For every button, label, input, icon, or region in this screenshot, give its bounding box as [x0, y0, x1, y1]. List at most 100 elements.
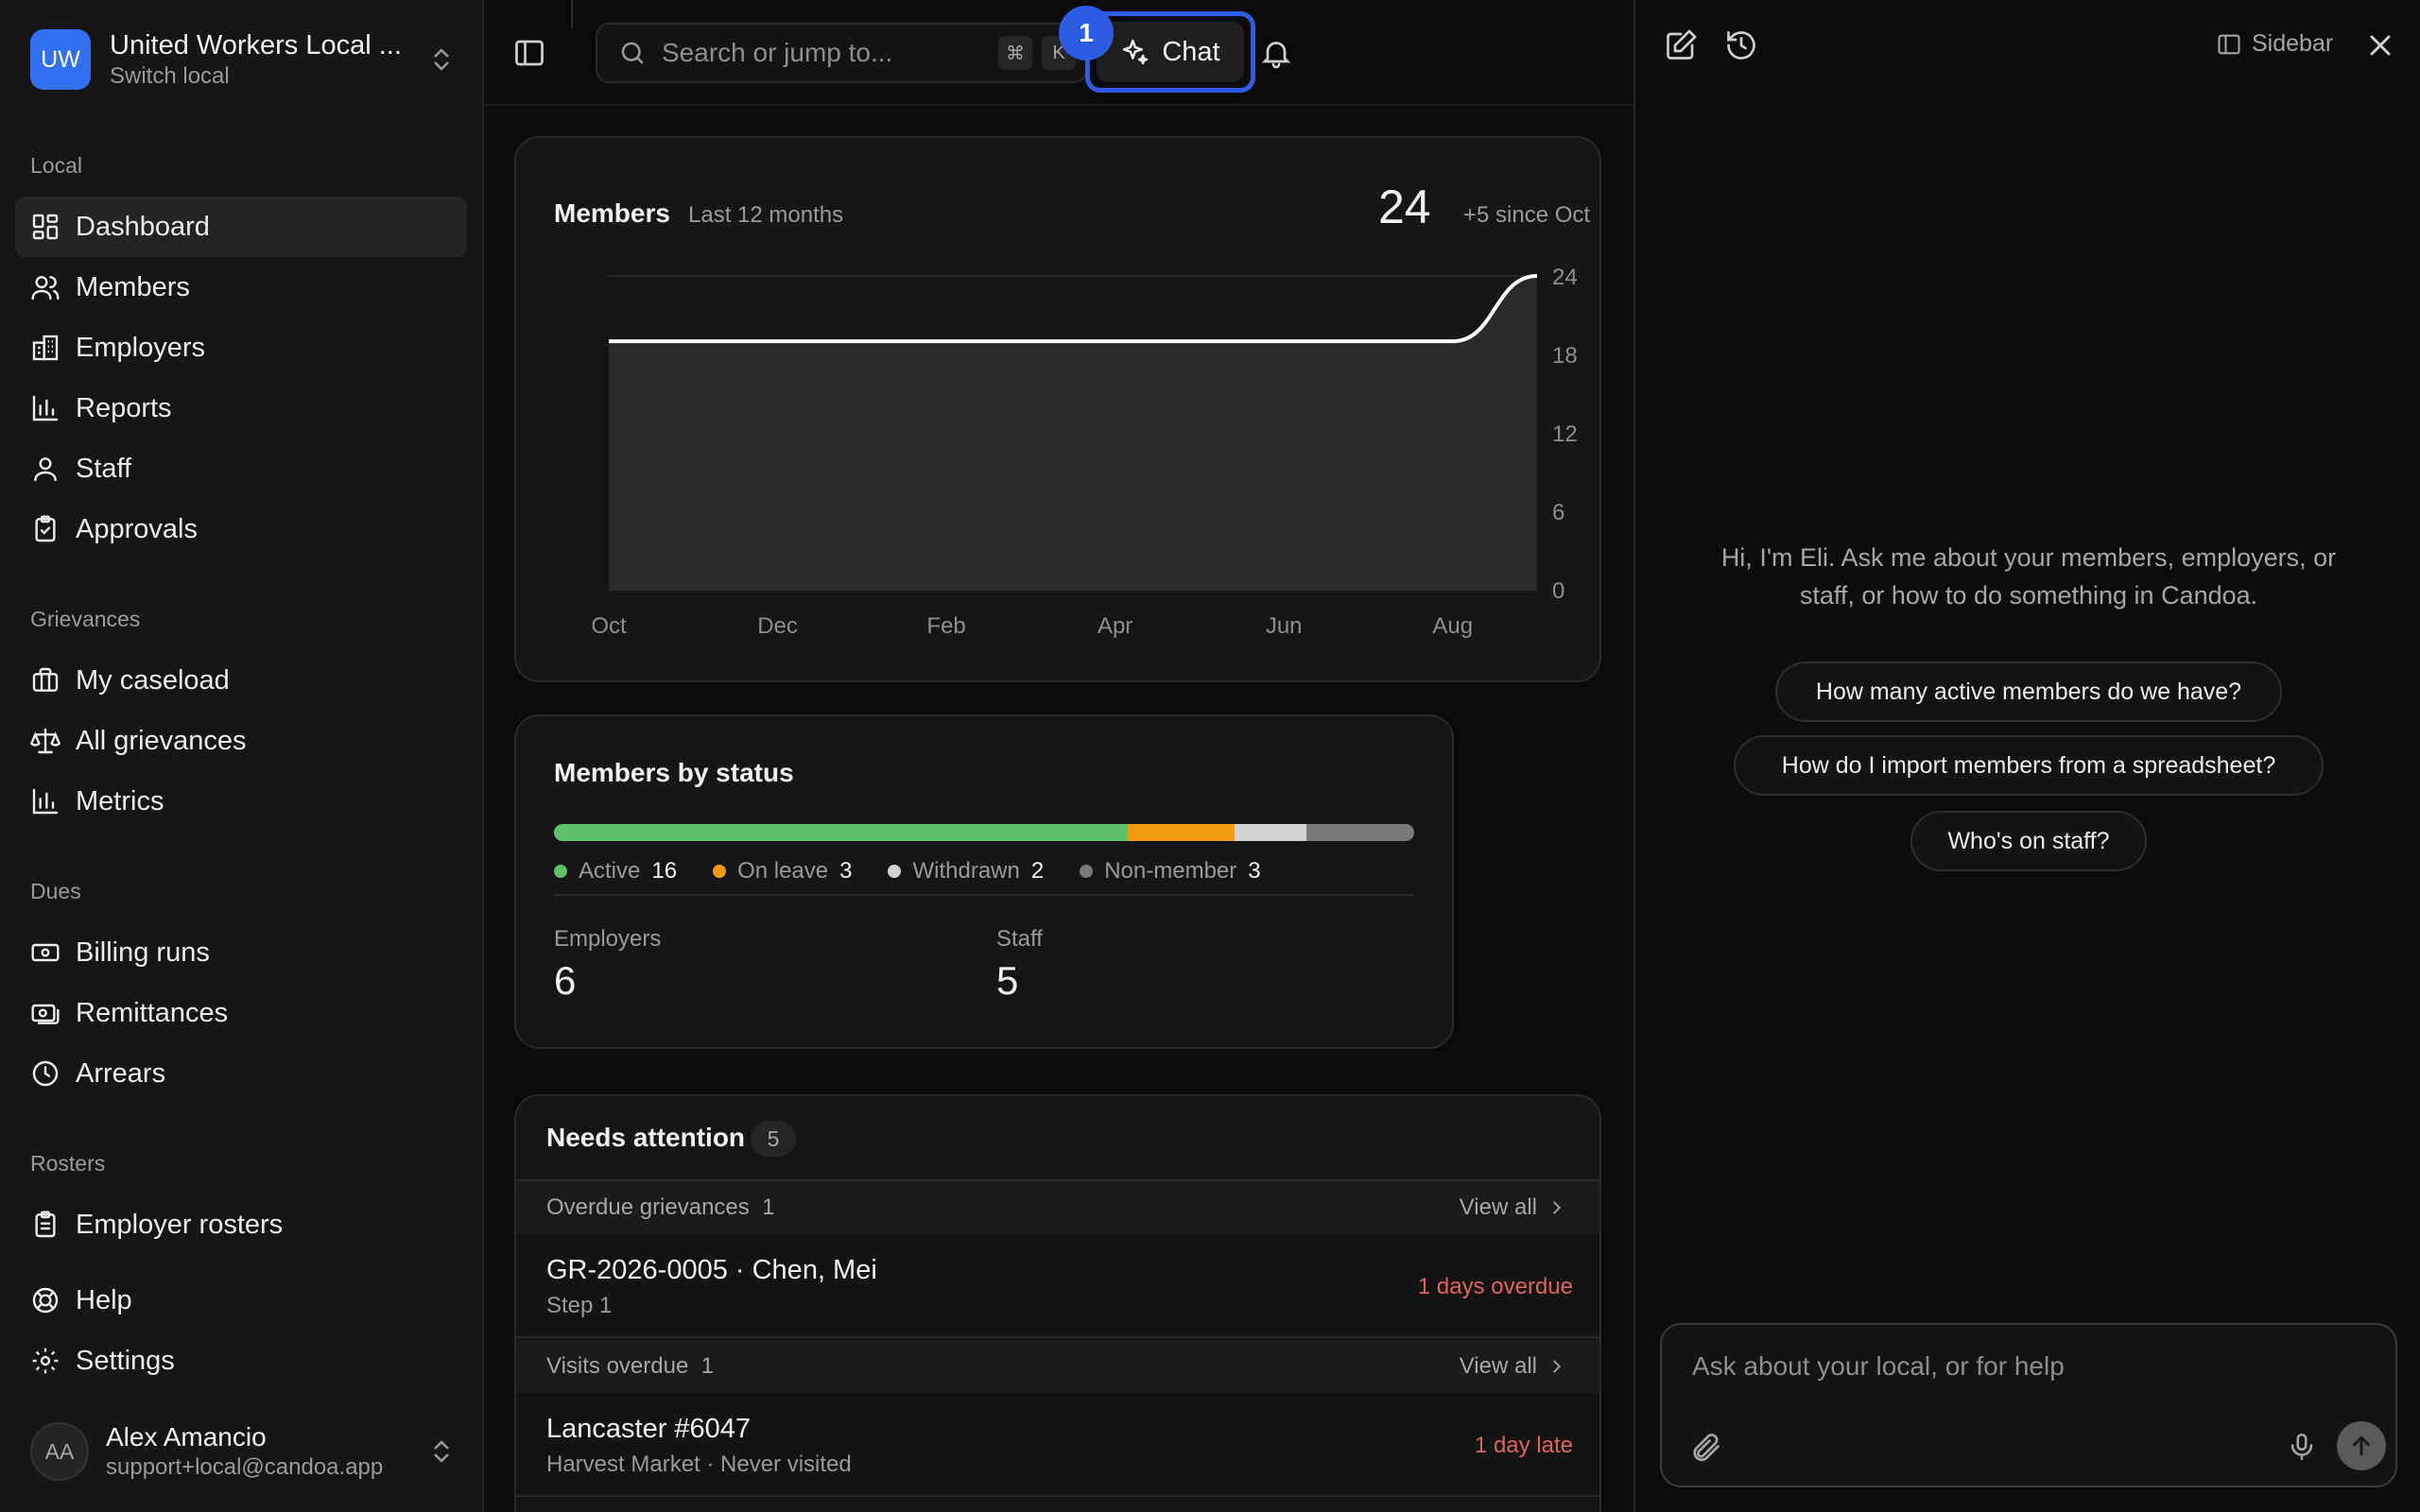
panel-icon	[2218, 34, 2240, 54]
sidebar-item-label: Settings	[76, 1345, 175, 1376]
employers-stat-label: Employers	[554, 926, 662, 952]
sidebar-item-staff[interactable]: Staff	[15, 438, 467, 499]
sidebar-toggle-icon[interactable]	[512, 36, 546, 70]
legend-value: 3	[1248, 858, 1261, 884]
list-item[interactable]: GR-2026-0005 · Chen, Mei Step 1 1 days o…	[516, 1234, 1599, 1338]
send-button[interactable]	[2337, 1421, 2386, 1470]
divider	[554, 894, 1414, 896]
legend-dot	[1080, 865, 1094, 878]
paperclip-icon[interactable]	[1688, 1431, 1722, 1465]
chevron-up-down-icon	[434, 1440, 449, 1463]
legend-label: Active	[579, 858, 641, 884]
sidebar-item-all-grievances[interactable]: All grievances	[15, 711, 467, 771]
history-icon[interactable]	[1724, 28, 1758, 62]
status-legend: Active 16 On leave 3 Withdrawn 2 Non-mem…	[554, 858, 1297, 885]
sidebar-item-settings[interactable]: Settings	[15, 1331, 467, 1391]
chat-input[interactable]	[1692, 1351, 2354, 1382]
sidebar-item-employers[interactable]: Employers	[15, 318, 467, 378]
legend-label: Non-member	[1104, 858, 1237, 884]
sidebar-item-label: Arrears	[76, 1057, 166, 1089]
legend-value: 2	[1030, 858, 1045, 884]
sidebar-item-label: Remittances	[76, 997, 229, 1028]
sidebar-item-metrics[interactable]: Metrics	[15, 771, 467, 832]
needs-attention-title: Needs attention	[546, 1123, 746, 1152]
microphone-icon[interactable]	[2286, 1431, 2318, 1463]
group-label-text: Overdue grievances	[546, 1194, 750, 1220]
legend-item-on-leave: On leave 3	[713, 858, 852, 885]
sidebar-item-members[interactable]: Members	[15, 257, 467, 318]
group-label: Visits overdue 1	[546, 1353, 714, 1380]
view-all-label: View all	[1459, 1353, 1537, 1379]
building-icon	[32, 335, 59, 361]
org-switcher[interactable]: UW United Workers Local ... Switch local	[30, 28, 456, 91]
sidebar-item-dashboard[interactable]: Dashboard	[15, 197, 467, 257]
user-name: Alex Amancio	[106, 1422, 267, 1452]
list-item[interactable]: Lancaster #6047 Harvest Market · Never v…	[516, 1393, 1599, 1497]
view-all-link[interactable]: View all	[1460, 1353, 1567, 1380]
series-line	[609, 274, 1538, 344]
legend-item-non-member: Non-member 3	[1080, 858, 1261, 885]
search-icon	[621, 42, 644, 64]
clipboard-list-icon	[35, 1211, 56, 1238]
bar-chart-icon	[32, 395, 59, 421]
sidebar-item-my-caseload[interactable]: My caseload	[15, 650, 467, 711]
avatar: AA	[30, 1422, 89, 1481]
suggestion-chip[interactable]: Who's on staff?	[1910, 811, 2147, 871]
suggestion-chip[interactable]: How do I import members from a spreadshe…	[1734, 735, 2324, 796]
new-chat-icon[interactable]	[1664, 28, 1698, 62]
needs-attention-header: Needs attention 5	[516, 1096, 1599, 1181]
status-segment-non-member	[1306, 824, 1414, 841]
x-tick-label: Aug	[1432, 613, 1473, 639]
sidebar-item-label: My caseload	[76, 664, 230, 696]
sidebar-mode-button[interactable]: Sidebar	[2216, 30, 2333, 58]
sidebar-item-arrears[interactable]: Arrears	[15, 1043, 467, 1104]
section-label-rosters: Rosters	[30, 1151, 106, 1176]
item-subtitle: Harvest Market · Never visited	[546, 1452, 852, 1477]
x-tick-label: Feb	[926, 613, 965, 639]
sidebar-mode-label: Sidebar	[2252, 30, 2334, 57]
status-segment-withdrawn	[1235, 824, 1307, 841]
search-placeholder: Search or jump to...	[662, 38, 893, 67]
sidebar-item-remittances[interactable]: Remittances	[15, 983, 467, 1043]
chat-composer	[1660, 1323, 2397, 1487]
sidebar-item-label: Employers	[76, 332, 205, 363]
sidebar-item-approvals[interactable]: Approvals	[15, 499, 467, 559]
close-icon[interactable]	[2363, 28, 2397, 62]
lifebuoy-icon	[32, 1287, 59, 1314]
sidebar-item-reports[interactable]: Reports	[15, 378, 467, 438]
search-input[interactable]: Search or jump to... ⌘ K	[596, 23, 1087, 83]
status-bar	[554, 824, 1414, 841]
sidebar-item-label: Metrics	[76, 785, 164, 816]
sidebar-item-label: Employer rosters	[76, 1209, 284, 1240]
group-label: Overdue grievances 1	[546, 1194, 774, 1221]
sidebar-item-employer-rosters[interactable]: Employer rosters	[15, 1194, 467, 1255]
user-email: support+local@candoa.app	[106, 1454, 384, 1480]
group-header-visits-overdue: Visits overdue 1 View all	[516, 1340, 1599, 1393]
sidebar-item-label: Billing runs	[76, 936, 210, 968]
legend-value: 3	[839, 858, 853, 884]
gear-icon	[32, 1348, 59, 1374]
user-menu[interactable]: AA Alex Amancio support+local@candoa.app	[30, 1419, 456, 1484]
bell-icon[interactable]	[1259, 36, 1293, 70]
suggestion-chip[interactable]: How many active members do we have?	[1775, 662, 2282, 722]
overdue-badge: 1 day late	[1474, 1433, 1573, 1458]
app-window: UW United Workers Local ... Switch local…	[0, 0, 2420, 1512]
briefcase-icon	[32, 667, 59, 692]
x-tick-label: Oct	[591, 613, 627, 639]
legend-label: On leave	[737, 858, 829, 884]
view-all-link[interactable]: View all	[1460, 1194, 1567, 1221]
legend-dot	[888, 865, 902, 878]
chevron-right-icon	[1553, 1360, 1562, 1373]
sidebar-item-help[interactable]: Help	[15, 1270, 467, 1331]
assistant-intro: Hi, I'm Eli. Ask me about your members, …	[1720, 543, 2337, 610]
group-label-text: Visits overdue	[546, 1353, 689, 1379]
y-tick-label: 24	[1552, 265, 1578, 290]
sidebar-item-billing-runs[interactable]: Billing runs	[15, 922, 467, 983]
section-label-grievances: Grievances	[30, 607, 141, 631]
scale-icon	[30, 728, 60, 754]
users-icon	[31, 276, 60, 301]
main-content: Search or jump to... ⌘ K Chat 1 Members …	[484, 0, 1634, 1512]
item-title: Lancaster #6047	[546, 1414, 752, 1444]
count-badge: 5	[751, 1121, 796, 1157]
divider	[571, 0, 573, 28]
